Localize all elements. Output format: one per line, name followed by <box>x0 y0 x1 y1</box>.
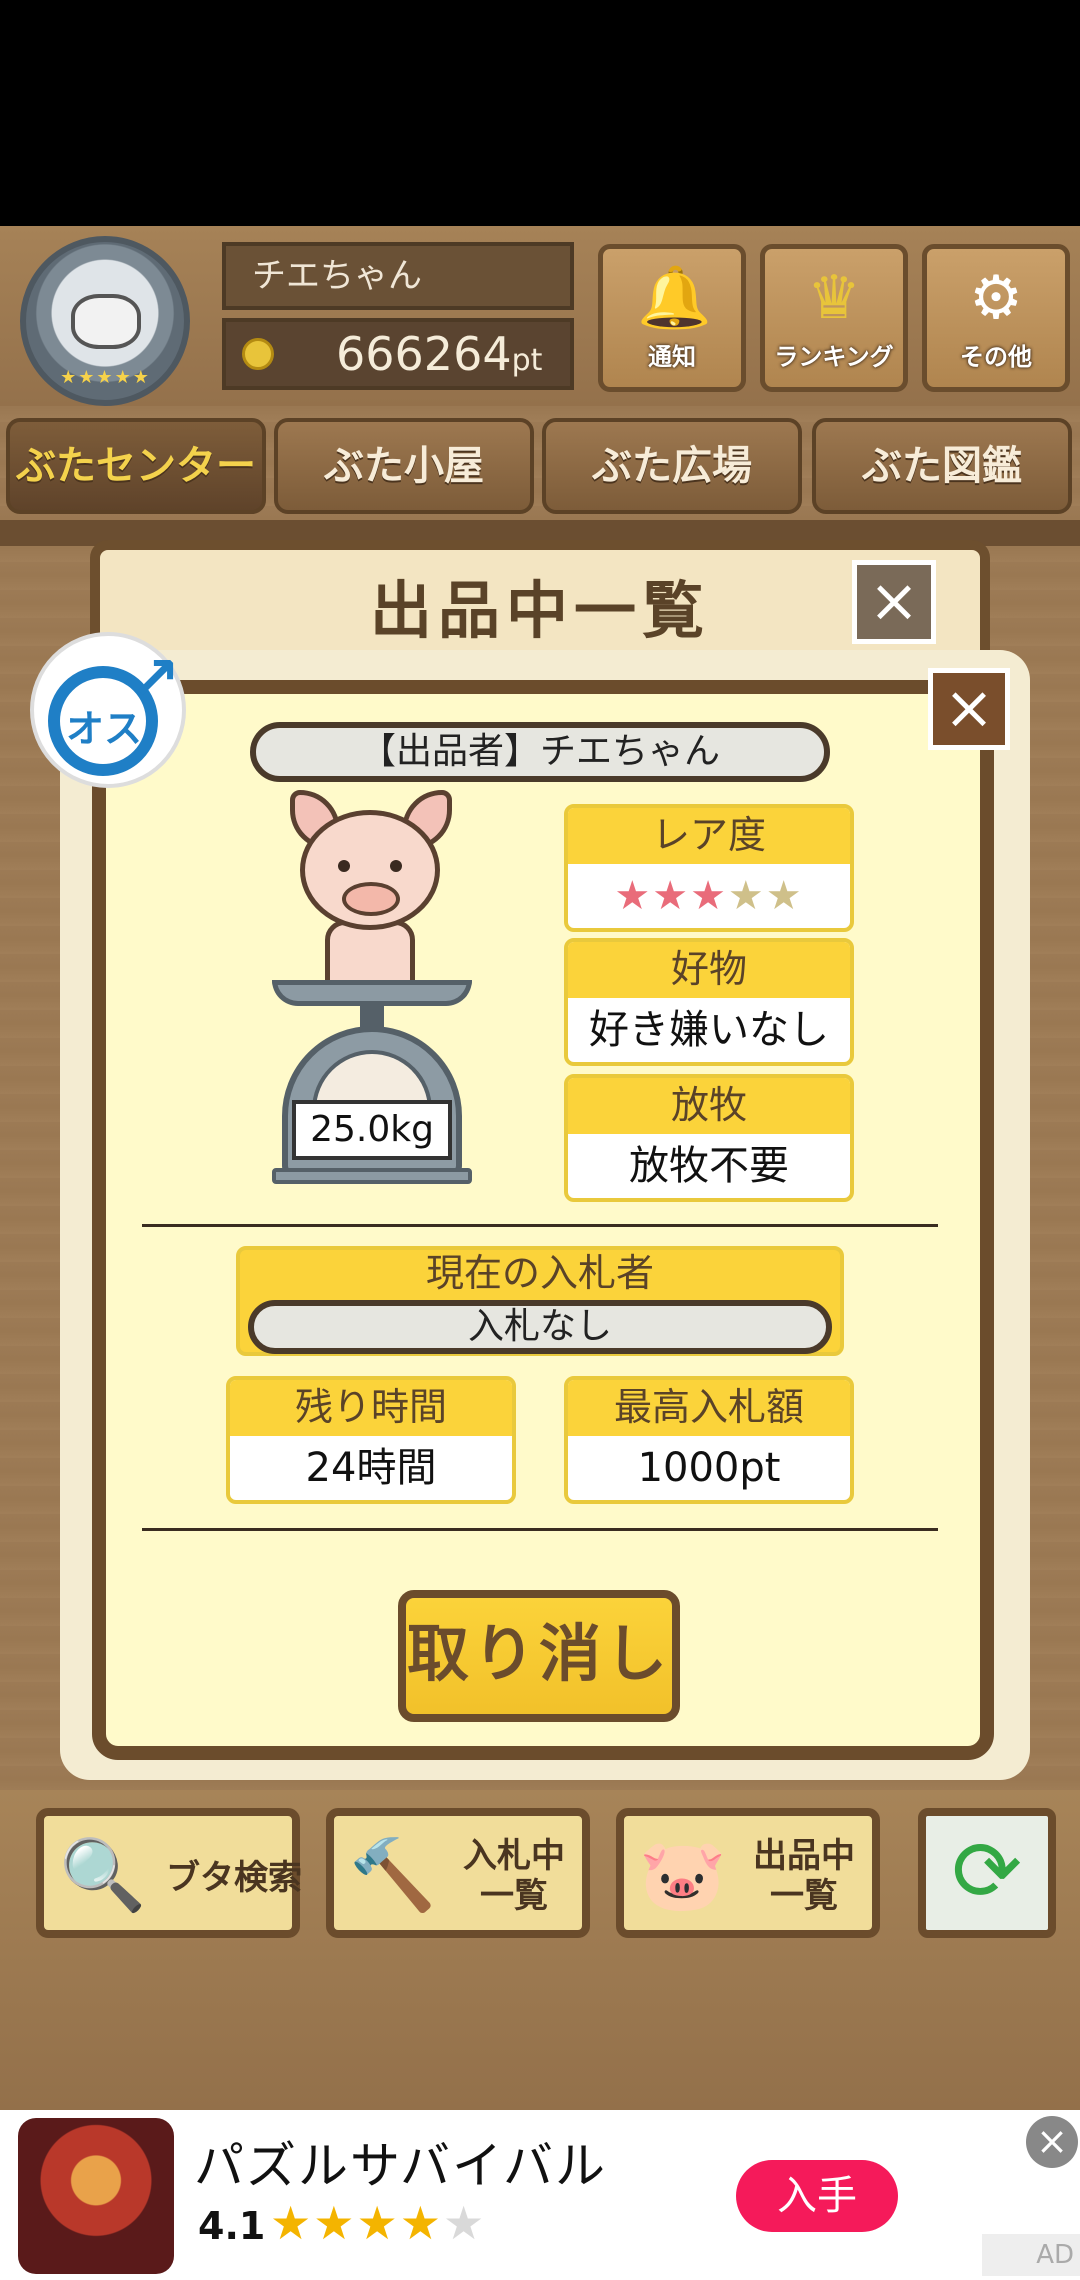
rarity-box: レア度 ★★★★★ <box>564 804 854 932</box>
grazing-label: 放牧 <box>568 1078 850 1134</box>
notification-label: 通知 <box>648 343 696 371</box>
male-badge: ↗ オス <box>30 632 186 788</box>
panel-close-button[interactable]: × <box>852 560 936 644</box>
points-value: 666264 <box>336 327 512 381</box>
star-filled-icon: ★ <box>652 873 691 919</box>
coin-icon <box>242 338 274 370</box>
grazing-box: 放牧 放牧不要 <box>564 1074 854 1202</box>
favorite-label: 好物 <box>568 942 850 998</box>
magnifier-icon: 🔍 <box>59 1834 147 1916</box>
bidding-line2: 一覧 <box>480 1876 548 1916</box>
tab-buta-hiroba[interactable]: ぶた広場 <box>542 418 802 514</box>
listing-list-label: 出品中 一覧 <box>734 1816 874 1916</box>
tab-buta-center[interactable]: ぶたセンター <box>6 418 266 514</box>
gender-label: オス <box>65 707 142 751</box>
points-display: 666264pt <box>222 318 574 390</box>
close-icon: × <box>1036 2119 1068 2163</box>
bell-icon: 🔔 <box>637 263 712 333</box>
time-left-value: 24時間 <box>305 1445 437 1491</box>
pig-search-button[interactable]: 🔍 ブタ検索 <box>36 1808 302 1938</box>
refresh-icon: ⟳ <box>951 1822 1023 1920</box>
star-filled-icon: ★ <box>690 873 728 919</box>
weight-value: 25.0kg <box>292 1100 452 1160</box>
bidding-list-button[interactable]: 🔨 入札中 一覧 <box>326 1808 590 1938</box>
star-empty-icon: ★ <box>765 873 804 919</box>
tab-buta-zukan[interactable]: ぶた図鑑 <box>812 418 1072 514</box>
bidding-line1: 入札中 <box>463 1836 565 1876</box>
listing-line2: 一覧 <box>770 1876 838 1916</box>
pig-icon <box>280 790 460 990</box>
divider <box>142 1528 938 1531</box>
seller-name: 【出品者】チエちゃん <box>250 722 830 782</box>
current-bidder-box: 現在の入札者 入札なし <box>236 1246 844 1356</box>
time-left-label: 残り時間 <box>230 1380 512 1436</box>
pig-eye <box>338 860 350 872</box>
top-bid-label: 最高入札額 <box>568 1380 850 1436</box>
bidding-list-label: 入札中 一覧 <box>444 1816 584 1916</box>
pig-face-icon <box>71 294 141 349</box>
gavel-icon: 🔨 <box>349 1834 437 1916</box>
star-filled-icon: ★ <box>313 2196 357 2250</box>
star-empty-icon: ★ <box>727 873 766 919</box>
ad-install-button[interactable]: 入手 <box>736 2160 898 2232</box>
pig-search-label: ブタ検索 <box>166 1858 302 1898</box>
rank-stars-icon: ★★★★★ <box>60 367 151 388</box>
crown-icon: ♛ <box>807 263 861 333</box>
status-area <box>0 0 1080 226</box>
cancel-listing-button[interactable]: 取り消し <box>398 1590 680 1722</box>
top-bid-box: 最高入札額 1000pt <box>564 1376 854 1504</box>
player-avatar[interactable]: ★★★★★ <box>20 236 190 406</box>
star-filled-icon: ★ <box>356 2196 400 2250</box>
settings-button[interactable]: ⚙ その他 <box>922 244 1070 392</box>
current-bidder-value: 入札なし <box>248 1300 832 1354</box>
star-filled-icon: ★ <box>399 2196 443 2250</box>
dialog-close-button[interactable]: × <box>928 668 1010 750</box>
pig-snout <box>342 882 400 916</box>
divider <box>142 1224 938 1227</box>
top-bid-value: 1000pt <box>637 1445 781 1491</box>
listing-line1: 出品中 <box>753 1836 855 1876</box>
ranking-label: ランキング <box>774 343 894 371</box>
ad-title[interactable]: パズルサバイバル <box>194 2126 607 2198</box>
pig-eye <box>390 860 402 872</box>
favorite-value: 好き嫌いなし <box>589 1007 829 1053</box>
listing-list-button[interactable]: 🐷 出品中 一覧 <box>616 1808 880 1938</box>
ad-app-icon[interactable] <box>18 2118 174 2274</box>
star-filled-icon: ★ <box>614 873 653 919</box>
favorite-box: 好物 好き嫌いなし <box>564 938 854 1066</box>
grazing-value: 放牧不要 <box>629 1143 789 1189</box>
star-empty-icon: ★ <box>443 2196 487 2250</box>
pig-face-icon: 🐷 <box>639 1834 727 1916</box>
refresh-button[interactable]: ⟳ <box>918 1808 1056 1938</box>
ad-rating: 4.1 <box>198 2204 266 2248</box>
ad-badge: AD <box>982 2234 1080 2276</box>
ad-rating-stars: ★★★★★ <box>270 2196 486 2250</box>
tab-buta-goya[interactable]: ぶた小屋 <box>274 418 534 514</box>
ranking-button[interactable]: ♛ ランキング <box>760 244 908 392</box>
ad-close-button[interactable]: × <box>1026 2116 1078 2168</box>
points-unit: pt <box>511 343 543 378</box>
rarity-label: レア度 <box>568 808 850 864</box>
star-filled-icon: ★ <box>270 2196 314 2250</box>
player-name: チエちゃん <box>222 242 574 310</box>
settings-label: その他 <box>960 343 1032 371</box>
gear-icon: ⚙ <box>969 263 1023 333</box>
current-bidder-label: 現在の入札者 <box>425 1251 654 1295</box>
rarity-stars: ★★★★★ <box>568 864 850 928</box>
time-left-box: 残り時間 24時間 <box>226 1376 516 1504</box>
notification-button[interactable]: 🔔 通知 <box>598 244 746 392</box>
